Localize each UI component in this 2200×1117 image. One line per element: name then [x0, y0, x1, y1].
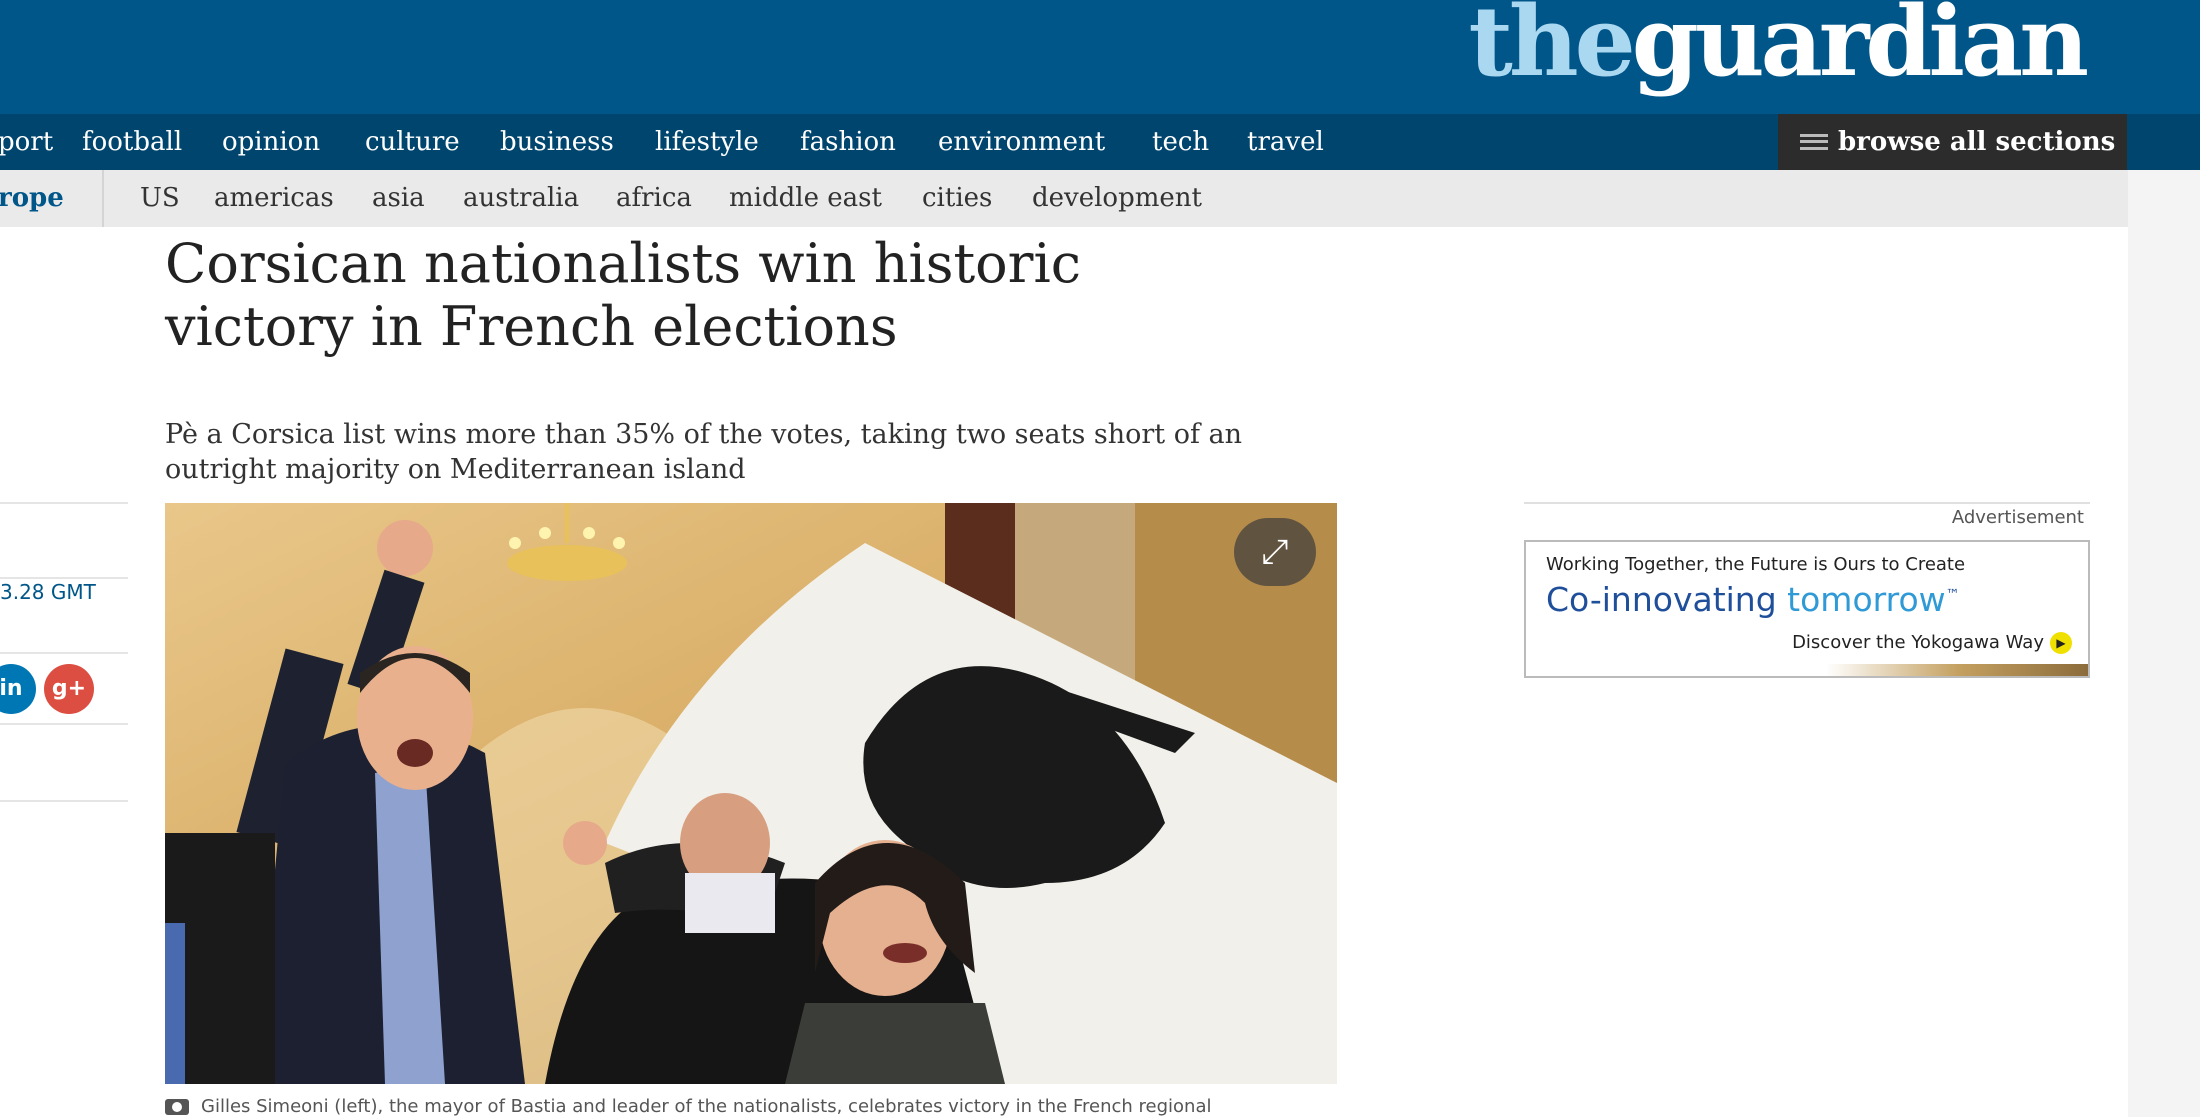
- subnav-item-development[interactable]: development: [1032, 170, 1202, 227]
- subnav-item-middle-east[interactable]: middle east: [729, 170, 882, 227]
- ad-tagline: Working Together, the Future is Ours to …: [1546, 554, 1966, 575]
- nav-item-fashion[interactable]: fashion: [800, 114, 896, 170]
- advertisement-banner[interactable]: Working Together, the Future is Ours to …: [1524, 540, 2090, 678]
- ad-image-strip: [1826, 664, 2088, 676]
- meta-divider: [0, 800, 128, 802]
- advertisement-label: Advertisement: [1951, 507, 2084, 528]
- nav-item-opinion[interactable]: opinion: [222, 114, 320, 170]
- nav-item-football[interactable]: football: [82, 114, 182, 170]
- nav-item-travel[interactable]: travel: [1247, 114, 1324, 170]
- subnav-divider: [102, 170, 104, 227]
- menu-icon: [1800, 134, 1828, 150]
- photo-illustration: [165, 503, 1337, 1084]
- subnav-item-cities[interactable]: cities: [922, 170, 992, 227]
- google-plus-share-button[interactable]: g+: [44, 664, 94, 714]
- guardian-logo[interactable]: theguardian: [1468, 0, 2089, 90]
- nav-item-sport[interactable]: port: [0, 114, 53, 170]
- ad-divider: [1524, 502, 2090, 504]
- subnav-item-asia[interactable]: asia: [372, 170, 425, 227]
- photo-caption: Gilles Simeoni (left), the mayor of Bast…: [165, 1096, 1365, 1117]
- linkedin-share-button[interactable]: in: [0, 664, 36, 714]
- nav-item-culture[interactable]: culture: [365, 114, 460, 170]
- right-gutter: [2128, 170, 2200, 1117]
- subnav-item-africa[interactable]: africa: [616, 170, 692, 227]
- publish-timestamp: 3.28 GMT: [0, 580, 96, 604]
- arrow-icon: ▶: [2050, 632, 2072, 654]
- ad-cta[interactable]: Discover the Yokogawa Way ▶: [1792, 632, 2072, 654]
- meta-divider: [0, 502, 128, 504]
- meta-divider: [0, 723, 128, 725]
- article-headline: Corsican nationalists win historic victo…: [165, 232, 1081, 358]
- browse-all-sections-button[interactable]: browse all sections: [1778, 114, 2127, 170]
- expand-icon[interactable]: ⤢: [1234, 518, 1316, 586]
- subnav-item-us[interactable]: US: [140, 170, 180, 227]
- subnav-item-australia[interactable]: australia: [463, 170, 579, 227]
- nav-item-environment[interactable]: environment: [938, 114, 1105, 170]
- nav-item-tech[interactable]: tech: [1152, 114, 1209, 170]
- camera-icon: [165, 1099, 189, 1115]
- article-standfirst: Pè a Corsica list wins more than 35% of …: [165, 419, 1243, 485]
- meta-divider: [0, 577, 128, 579]
- subnav-item-americas[interactable]: americas: [214, 170, 334, 227]
- masthead: theguardian: [0, 0, 2200, 114]
- sub-nav: rope US americas asia australia africa m…: [0, 170, 2128, 227]
- article-main-photo[interactable]: [165, 503, 1337, 1084]
- ad-headline: Co-innovating tomorrow™: [1546, 580, 1960, 619]
- nav-item-lifestyle[interactable]: lifestyle: [655, 114, 759, 170]
- nav-item-business[interactable]: business: [500, 114, 614, 170]
- meta-divider: [0, 652, 128, 654]
- subnav-item-europe[interactable]: rope: [0, 170, 64, 227]
